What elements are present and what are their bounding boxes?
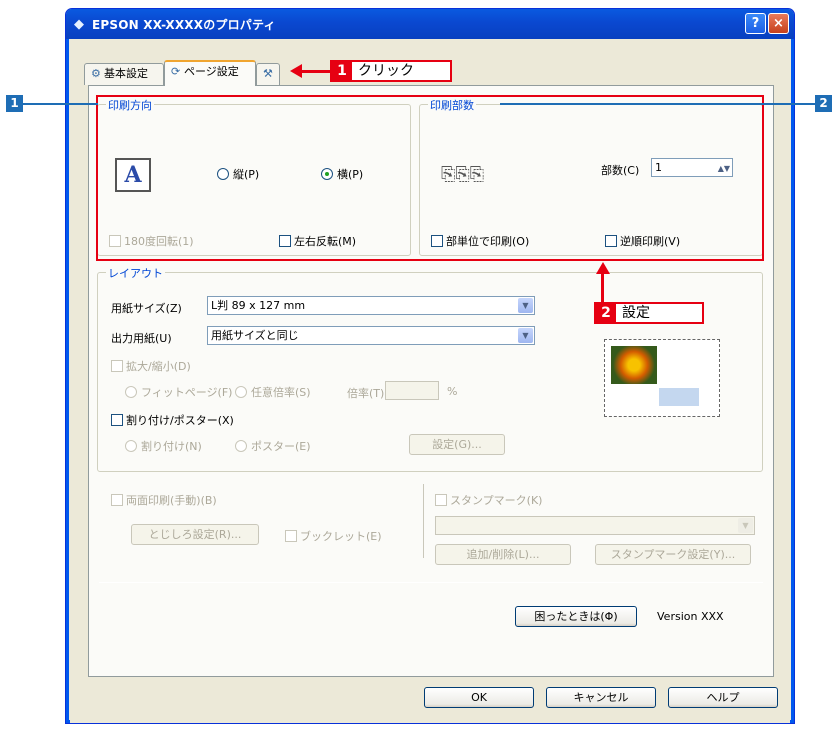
duplex-checkbox[interactable]: 両面印刷(手動)(B) xyxy=(111,492,217,508)
paper-size-select[interactable]: L判 89 x 127 mm ▼ xyxy=(207,296,535,315)
title-bar: ◆ EPSON XX-XXXXのプロパティ ? × xyxy=(66,9,794,39)
ratio-unit: % xyxy=(447,385,458,398)
utility-icon: ⚒ xyxy=(263,67,273,80)
binding-margin-button[interactable]: とじしろ設定(R)... xyxy=(131,524,259,545)
panel-separator xyxy=(99,582,763,583)
callout-settings-arrow xyxy=(601,272,604,304)
basic-settings-icon: ⚙ xyxy=(91,67,101,80)
booklet-checkbox[interactable]: ブックレット(E) xyxy=(285,528,382,544)
ratio-label: 倍率(T) xyxy=(347,387,385,400)
window-title: EPSON XX-XXXXのプロパティ xyxy=(92,18,276,32)
poster-radio[interactable]: ポスター(E) xyxy=(235,438,311,454)
stamp-mark-select[interactable]: ▼ xyxy=(435,516,755,535)
paper-size-label: 用紙サイズ(Z) xyxy=(111,302,182,315)
chevron-down-icon: ▼ xyxy=(518,298,533,313)
help-title-button[interactable]: ? xyxy=(745,13,766,34)
stamp-settings-button[interactable]: スタンプマーク設定(Y)... xyxy=(595,544,751,565)
layout-legend: レイアウト xyxy=(106,265,165,281)
callout-click: 1 クリック xyxy=(330,60,452,82)
tab-utility[interactable]: ⚒ xyxy=(256,63,280,85)
callout-click-arrow xyxy=(300,70,330,73)
callout-settings: 2 設定 xyxy=(594,302,704,324)
trouble-button[interactable]: 困ったときは(Φ) xyxy=(515,606,637,627)
printer-icon: ◆ xyxy=(74,17,84,32)
annotation-badge-2: 2 xyxy=(815,95,832,112)
stamp-add-remove-button[interactable]: 追加/削除(L)... xyxy=(435,544,571,565)
chevron-down-icon: ▼ xyxy=(738,518,753,533)
tab-page-settings[interactable]: ⟳ ページ設定 xyxy=(164,60,256,86)
version-text: Version XXX xyxy=(657,610,724,623)
stamp-mark-checkbox[interactable]: スタンプマーク(K) xyxy=(435,492,542,508)
cancel-button[interactable]: キャンセル xyxy=(546,687,656,708)
annotation-line-2 xyxy=(500,103,815,105)
annotation-badge-1: 1 xyxy=(6,95,23,112)
tab-basic-settings[interactable]: ⚙ 基本設定 xyxy=(84,63,164,85)
output-paper-label: 出力用紙(U) xyxy=(111,332,172,345)
layout-preview-image xyxy=(604,339,720,417)
nup-poster-checkbox[interactable]: 割り付け/ポスター(X) xyxy=(111,412,234,428)
nup-radio[interactable]: 割り付け(N) xyxy=(125,438,202,454)
settings-highlight-box xyxy=(96,95,764,261)
arrow-left-icon xyxy=(290,64,302,78)
close-button[interactable]: × xyxy=(768,13,789,34)
custom-scale-radio[interactable]: 任意倍率(S) xyxy=(235,384,311,400)
page-settings-icon: ⟳ xyxy=(171,65,181,78)
fit-page-radio[interactable]: フィットページ(F) xyxy=(125,384,232,400)
annotation-line-1 xyxy=(23,103,98,105)
ratio-spinner[interactable] xyxy=(385,381,439,400)
scale-checkbox[interactable]: 拡大/縮小(D) xyxy=(111,358,191,374)
ok-button[interactable]: OK xyxy=(424,687,534,708)
preview-photo xyxy=(611,346,657,384)
layout-settings-button[interactable]: 設定(G)... xyxy=(409,434,505,455)
preview-chart xyxy=(659,388,699,406)
chevron-down-icon: ▼ xyxy=(518,328,533,343)
help-button[interactable]: ヘルプ xyxy=(668,687,778,708)
duplex-stamp-divider xyxy=(423,484,424,558)
output-paper-select[interactable]: 用紙サイズと同じ ▼ xyxy=(207,326,535,345)
